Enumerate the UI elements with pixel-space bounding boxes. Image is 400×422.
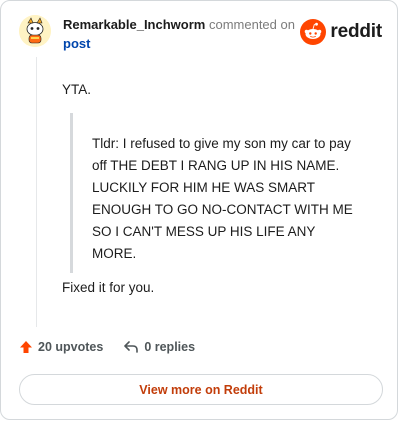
reply-count: 0 replies	[144, 340, 196, 354]
reply-arrow-icon	[124, 341, 139, 353]
comment-paragraph: Fixed it for you.	[62, 280, 155, 295]
upvote-button[interactable]: 20 upvotes	[19, 340, 103, 354]
comment-actions: 20 upvotes 0 replies	[19, 340, 215, 354]
upvote-arrow-icon	[20, 341, 32, 353]
username[interactable]: Remarkable_Inchworm	[63, 17, 205, 32]
commented-on-text: commented on	[208, 17, 295, 32]
snoo-avatar-icon	[19, 15, 51, 47]
comment-header: Remarkable_Inchworm commented on post re…	[1, 1, 397, 65]
comment-body: YTA.	[62, 79, 382, 101]
blockquote: Tldr: I refused to give my son my car to…	[70, 113, 362, 273]
reply-button[interactable]: 0 replies	[123, 340, 195, 354]
post-link[interactable]: post	[63, 36, 90, 51]
avatar[interactable]	[19, 15, 51, 47]
username-line: Remarkable_Inchworm commented on	[63, 17, 295, 33]
upvote-count: 20 upvotes	[38, 340, 104, 354]
reddit-logo[interactable]: reddit	[300, 19, 382, 45]
reddit-wordmark: reddit	[330, 21, 382, 42]
comment-paragraph: YTA.	[62, 82, 92, 97]
comment-card: Remarkable_Inchworm commented on post re…	[0, 0, 398, 420]
view-more-on-reddit-button[interactable]: View more on Reddit	[19, 374, 383, 405]
thread-line	[36, 57, 37, 327]
reddit-snoo-icon	[300, 19, 327, 45]
